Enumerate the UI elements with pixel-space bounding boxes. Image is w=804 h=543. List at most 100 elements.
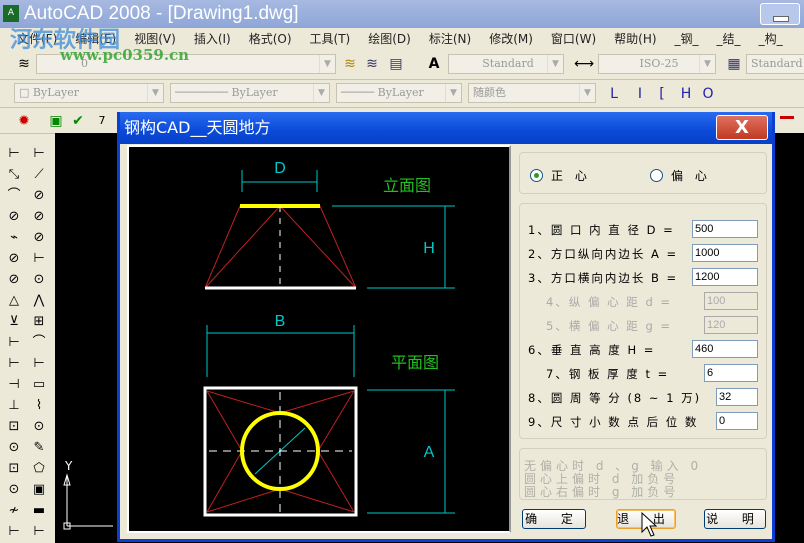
layer-manager-icon[interactable]: ≋ [14, 54, 34, 74]
draw-tool-button[interactable]: ⊙ [28, 417, 50, 437]
draw-tool-button[interactable]: ⋀ [28, 291, 50, 311]
dialog-close-button[interactable]: X [716, 115, 768, 140]
field-label-offset-d: 4、纵 偏 心 距 d = [546, 295, 673, 309]
help-button[interactable]: 说 明 [704, 509, 766, 529]
field-label-t: 7、钢 板 厚 度 t = [546, 367, 670, 381]
draw-tool-button[interactable]: ⊢ [28, 249, 50, 269]
menu-construct[interactable]: _构_ [750, 28, 792, 50]
ok-button[interactable]: 确 定 [522, 509, 586, 529]
menu-modify[interactable]: 修改(M) [480, 28, 542, 50]
input-offset-d[interactable]: 100 [704, 292, 758, 310]
draw-tool-button[interactable]: ▣ [28, 480, 50, 500]
radio-eccentric[interactable]: 偏 心 [650, 167, 711, 184]
close-drawing-icon[interactable] [780, 116, 794, 119]
tool-bracket-button[interactable]: [ [652, 84, 672, 104]
tool-l-button[interactable]: L [604, 84, 624, 104]
draw-tool-button[interactable]: ⊢ [3, 333, 25, 353]
draw-tool-button[interactable]: ⊣ [3, 375, 25, 395]
draw-tool-button[interactable]: ⊢ [3, 522, 25, 542]
layer-states-icon[interactable]: ▤ [386, 54, 406, 74]
draw-tool-button[interactable]: ⊘ [28, 228, 50, 248]
check-icon[interactable]: ✔ [68, 111, 88, 131]
input-divisions[interactable]: 32 [716, 388, 758, 406]
draw-tool-button[interactable]: ⊢ [3, 144, 25, 164]
note-line: 圆心右偏时 g 加负号 [524, 485, 680, 499]
text-style-icon[interactable]: A [424, 54, 444, 74]
input-circle-diameter[interactable]: 500 [692, 220, 758, 238]
plotstyle-combo[interactable]: 随颜色 ▼ [468, 83, 596, 103]
window-title-bar: AutoCAD 2008 - [Drawing1.dwg] [0, 0, 804, 28]
draw-tool-button[interactable]: ⊘ [3, 249, 25, 269]
menu-structure[interactable]: _结_ [708, 28, 750, 50]
draw-tool-button[interactable]: ⊘ [3, 270, 25, 290]
menu-format[interactable]: 格式(O) [240, 28, 301, 50]
dim-style-combo[interactable]: ISO-25 ▼ [598, 54, 716, 74]
table-style-combo[interactable]: Standard [746, 54, 804, 74]
minimize-button[interactable] [760, 3, 800, 25]
tool-o-button[interactable]: O [698, 84, 718, 104]
draw-tool-button[interactable]: ⌒ [3, 186, 25, 206]
draw-tool-button[interactable]: ⊢ [3, 354, 25, 374]
draw-tool-button[interactable]: ⬠ [28, 459, 50, 479]
menu-window[interactable]: 窗口(W) [542, 28, 605, 50]
draw-tool-button[interactable]: ⊻ [3, 312, 25, 332]
field-label-h: 6、垂 直 高 度 H = [528, 343, 656, 357]
layer-isolate-icon[interactable]: ≋ [362, 54, 382, 74]
menu-draw[interactable]: 绘图(D) [359, 28, 420, 50]
draw-tool-button[interactable]: ⊡ [3, 417, 25, 437]
draw-tool-button[interactable]: ⊘ [28, 186, 50, 206]
menu-help[interactable]: 帮助(H) [605, 28, 665, 50]
calendar-icon[interactable]: 7 [92, 111, 112, 131]
gear-icon[interactable]: ✹ [14, 111, 34, 131]
color-combo[interactable]: □ ByLayer ▼ [14, 83, 164, 103]
parameters-group: 1、圆 口 内 直 径 D = 500 2、方口纵向内边长 A = 1000 3… [519, 203, 767, 439]
menu-steel[interactable]: _钢_ [666, 28, 708, 50]
draw-tool-button[interactable]: ⊥ [3, 396, 25, 416]
window-icon[interactable]: ▣ [46, 111, 66, 131]
input-square-length-b[interactable]: 1200 [692, 268, 758, 286]
draw-tool-button[interactable]: ⊙ [3, 438, 25, 458]
draw-tool-button[interactable]: ⊢ [28, 522, 50, 542]
linetype-combo[interactable]: ──────── ByLayer ▼ [170, 83, 330, 103]
draw-tool-button[interactable]: ⟋ [28, 165, 50, 185]
input-height[interactable]: 460 [692, 340, 758, 358]
radio-centered[interactable]: 正 心 [530, 167, 591, 184]
draw-tool-button[interactable]: ⊘ [28, 207, 50, 227]
draw-tool-button[interactable]: ⊘ [3, 207, 25, 227]
menu-insert[interactable]: 插入(I) [185, 28, 240, 50]
layer-previous-icon[interactable]: ≋ [340, 54, 360, 74]
draw-tool-button[interactable]: △ [3, 291, 25, 311]
input-decimals[interactable]: 0 [716, 412, 758, 430]
menu-dimension[interactable]: 标注(N) [420, 28, 480, 50]
tool-h-button[interactable]: H [676, 84, 696, 104]
draw-tool-button[interactable]: ▬ [28, 501, 50, 521]
plan-label: 平面图 [391, 353, 439, 372]
draw-tool-button[interactable]: ≁ [3, 501, 25, 521]
text-style-combo[interactable]: Standard ▼ [448, 54, 564, 74]
draw-tool-button[interactable]: ▭ [28, 375, 50, 395]
lineweight-combo[interactable]: ───── ByLayer ▼ [336, 83, 462, 103]
table-style-icon[interactable]: ▦ [724, 54, 744, 74]
draw-tool-button[interactable]: ⊞ [28, 312, 50, 332]
field-label-decimals: 9、尺 寸 小 数 点 后 位 数 [528, 415, 699, 429]
draw-tool-button[interactable]: ⊢ [28, 144, 50, 164]
dim-d-label: D [274, 160, 286, 177]
input-thickness[interactable]: 6 [704, 364, 758, 382]
draw-tool-button[interactable]: ⤡ [3, 165, 25, 185]
draw-tool-button[interactable]: ⊙ [28, 270, 50, 290]
draw-tool-button[interactable]: ⊡ [3, 459, 25, 479]
draw-tool-button[interactable]: ✎ [28, 438, 50, 458]
tool-i-button[interactable]: I [630, 84, 650, 104]
menu-tools[interactable]: 工具(T) [301, 28, 360, 50]
input-offset-g[interactable]: 120 [704, 316, 758, 334]
draw-tool-button[interactable]: ⊙ [3, 480, 25, 500]
draw-tool-button[interactable]: ⌒ [28, 333, 50, 353]
draw-tool-button[interactable]: ⌇ [28, 396, 50, 416]
left-toolbars: (function(){const g=["⊢","⊢","⤡","⟋","⌒"… [0, 134, 55, 543]
draw-tool-button[interactable]: ⌁ [3, 228, 25, 248]
autocad-icon[interactable]: A [3, 5, 19, 22]
dim-style-icon[interactable]: ⟷ [574, 54, 594, 74]
draw-tool-button[interactable]: ⊢ [28, 354, 50, 374]
window-title: AutoCAD 2008 - [Drawing1.dwg] [24, 3, 299, 24]
input-square-length-a[interactable]: 1000 [692, 244, 758, 262]
